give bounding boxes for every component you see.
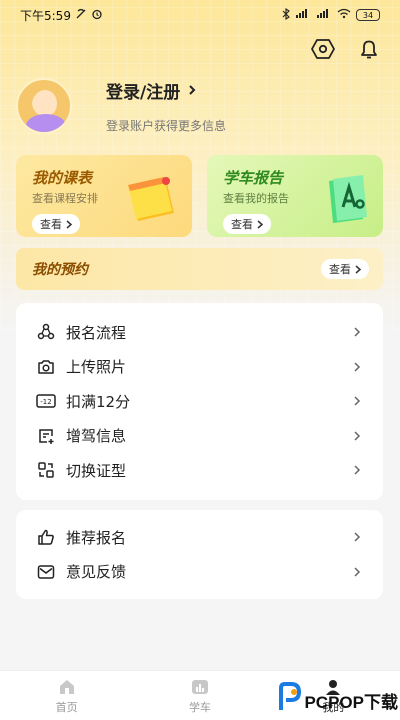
menu-item-license-add[interactable]: 增驾信息 bbox=[16, 419, 383, 454]
chevron-right-icon bbox=[353, 325, 363, 339]
menu-label: 扣满12分 bbox=[66, 392, 131, 411]
bell-icon[interactable] bbox=[356, 36, 382, 62]
pcpop-logo-icon bbox=[276, 682, 302, 719]
alarm-icon bbox=[91, 8, 103, 23]
tab-home[interactable]: 首页 bbox=[27, 677, 107, 715]
profile-section[interactable]: 登录/注册 登录账户获得更多信息 bbox=[16, 78, 226, 134]
login-subtitle: 登录账户获得更多信息 bbox=[106, 119, 227, 133]
chip-label: 查看 bbox=[231, 218, 253, 231]
login-register-link[interactable]: 登录/注册 bbox=[106, 78, 226, 103]
settings-hex-icon[interactable] bbox=[310, 36, 336, 62]
sticky-note-icon bbox=[122, 173, 180, 229]
view-report-button[interactable]: 查看 bbox=[223, 214, 271, 234]
header-actions bbox=[310, 36, 382, 62]
chevron-right-icon bbox=[353, 530, 363, 544]
status-time: 下午5:59 bbox=[20, 8, 71, 23]
chevron-right-icon bbox=[353, 429, 363, 443]
driving-report-card[interactable]: 学车报告 查看我的报告 查看 bbox=[207, 155, 383, 237]
tab-label: 首页 bbox=[55, 700, 78, 714]
menu-label: 切换证型 bbox=[66, 461, 127, 480]
menu-item-feedback[interactable]: 意见反馈 bbox=[16, 555, 383, 590]
menu-item-recommend-signup[interactable]: 推荐报名 bbox=[16, 520, 383, 555]
tab-learn-driving[interactable]: 学车 bbox=[160, 677, 240, 715]
view-schedule-button[interactable]: 查看 bbox=[32, 214, 80, 234]
chevron-right-icon bbox=[188, 81, 196, 101]
thumbs-up-icon bbox=[36, 527, 56, 547]
bluetooth-icon bbox=[282, 7, 290, 23]
menu-label: 意见反馈 bbox=[66, 563, 127, 582]
battery-indicator: 34 bbox=[356, 9, 380, 21]
chip-label: 查看 bbox=[329, 263, 351, 276]
chevron-right-icon bbox=[353, 394, 363, 408]
menu-label: 推荐报名 bbox=[66, 528, 127, 547]
chip-label: 查看 bbox=[40, 218, 62, 231]
view-reservation-button[interactable]: 查看 bbox=[321, 259, 369, 279]
no-sim-icon bbox=[75, 8, 87, 23]
chevron-right-icon bbox=[257, 219, 263, 229]
my-reservation-bar[interactable]: 我的预约 查看 bbox=[16, 248, 383, 290]
svg-text:-12: -12 bbox=[40, 398, 51, 406]
menu-item-signup-flow[interactable]: 报名流程 bbox=[16, 315, 383, 350]
menu-item-switch-license[interactable]: 切换证型 bbox=[16, 453, 383, 488]
menu-label: 上传照片 bbox=[66, 358, 127, 377]
menu-label: 增驾信息 bbox=[66, 427, 127, 446]
status-bar: 下午5:59 34 bbox=[0, 0, 400, 30]
pcpop-watermark: PCPOP下载 bbox=[276, 682, 398, 719]
main-menu: 报名流程 上传照片 -12 扣满12分 增驾信息 切换证型 bbox=[16, 303, 383, 500]
chevron-right-icon bbox=[353, 360, 363, 374]
chevron-right-icon bbox=[353, 565, 363, 579]
chevron-right-icon bbox=[355, 264, 361, 274]
tab-label: 学车 bbox=[188, 700, 211, 714]
reservation-title: 我的预约 bbox=[32, 262, 88, 278]
chart-icon bbox=[189, 677, 211, 697]
watermark-text: PCPOP下载 bbox=[304, 693, 398, 712]
signal-icon-1 bbox=[295, 8, 311, 22]
menu-item-12-points[interactable]: -12 扣满12分 bbox=[16, 384, 383, 419]
secondary-menu: 推荐报名 意见反馈 bbox=[16, 510, 383, 599]
login-title: 登录/注册 bbox=[106, 83, 181, 103]
home-icon bbox=[56, 677, 78, 697]
menu-item-upload-photo[interactable]: 上传照片 bbox=[16, 350, 383, 385]
menu-label: 报名流程 bbox=[66, 323, 127, 342]
signup-flow-icon bbox=[36, 322, 56, 342]
mail-icon bbox=[36, 562, 56, 582]
avatar[interactable] bbox=[16, 78, 72, 134]
switch-license-icon bbox=[36, 460, 56, 480]
report-book-icon bbox=[323, 173, 371, 229]
chevron-right-icon bbox=[66, 219, 72, 229]
minus12-icon: -12 bbox=[36, 391, 56, 411]
wifi-icon bbox=[337, 8, 351, 22]
chevron-right-icon bbox=[353, 463, 363, 477]
signal-icon-2 bbox=[316, 8, 332, 22]
camera-icon bbox=[36, 357, 56, 377]
my-schedule-card[interactable]: 我的课表 查看课程安排 查看 bbox=[16, 155, 192, 237]
license-add-icon bbox=[36, 426, 56, 446]
